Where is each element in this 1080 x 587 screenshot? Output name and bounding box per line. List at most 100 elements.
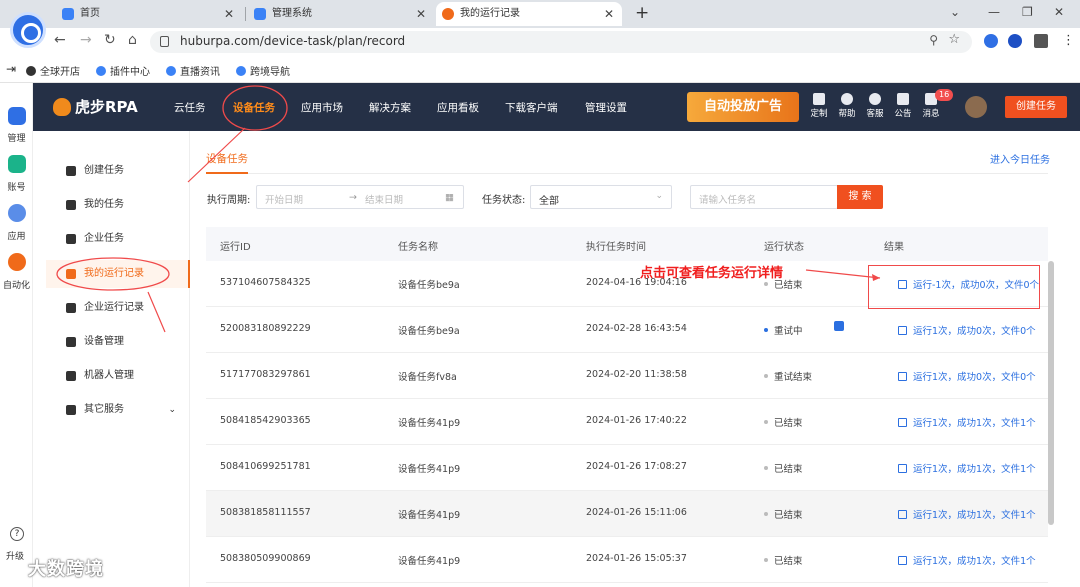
status-dot-icon xyxy=(764,512,768,516)
tab-admin[interactable]: 管理系统 ✕ xyxy=(248,2,434,26)
tiger-logo-icon xyxy=(53,98,71,116)
bookmark-item[interactable]: 全球开店 xyxy=(26,63,80,78)
search-button[interactable]: 搜 索 xyxy=(837,185,883,209)
minimize-icon[interactable]: — xyxy=(988,5,1000,19)
app-icon xyxy=(254,8,266,20)
task-name: 设备任务fv8a xyxy=(398,372,457,383)
today-tasks-link[interactable]: 进入今日任务 xyxy=(990,151,1050,166)
notice-button[interactable]: 公告 xyxy=(893,93,913,119)
browser-logo[interactable] xyxy=(10,12,46,48)
nav-app-board[interactable]: 应用看板 xyxy=(437,100,479,115)
bookmark-item[interactable]: 跨境导航 xyxy=(236,63,290,78)
tab-run-records[interactable]: 我的运行记录 ✕ xyxy=(436,2,622,26)
reload-icon[interactable]: ↻ xyxy=(104,32,116,48)
restore-icon[interactable]: ❐ xyxy=(1022,5,1033,19)
help-icon xyxy=(841,93,853,105)
service-button[interactable]: 客服 xyxy=(865,93,885,119)
run-time: 2024-01-26 15:11:06 xyxy=(586,507,687,518)
run-id: 508418542903365 xyxy=(220,415,311,426)
upgrade-label[interactable]: 升级 xyxy=(6,549,24,562)
divider xyxy=(206,173,1048,174)
table-header: 运行ID 任务名称 执行任务时间 运行状态 结果 xyxy=(206,227,1048,261)
active-tab-underline xyxy=(206,172,248,174)
robot-icon xyxy=(66,371,76,381)
retry-icon[interactable] xyxy=(834,321,844,331)
nav-solutions[interactable]: 解决方案 xyxy=(369,100,411,115)
close-icon[interactable]: ✕ xyxy=(224,2,234,26)
customize-button[interactable]: 定制 xyxy=(809,93,829,119)
scrollbar[interactable] xyxy=(1048,261,1054,525)
sidebar-item-my-tasks[interactable]: 我的任务 xyxy=(46,191,190,219)
table-row: 508410699251781 设备任务41p9 2024-01-26 17:08:… xyxy=(206,445,1048,491)
close-window-icon[interactable]: ✕ xyxy=(1054,5,1064,19)
tiger-icon xyxy=(442,8,454,20)
help-circle-icon[interactable]: ? xyxy=(10,527,24,541)
address-bar[interactable]: huburpa.com/device-task/plan/record ⚲ ☆ xyxy=(150,31,972,53)
close-icon[interactable]: ✕ xyxy=(604,2,614,26)
sidebar-item-robot-management[interactable]: 机器人管理 xyxy=(46,362,190,390)
sidebar-item-enterprise-tasks[interactable]: 企业任务 xyxy=(46,225,190,253)
sidebar-item-my-run-records[interactable]: 我的运行记录 xyxy=(46,260,190,288)
nav-device-task[interactable]: 设备任务 xyxy=(233,100,275,115)
status-select[interactable]: 全部 ⌄ xyxy=(530,185,672,209)
run-status: 重试中 xyxy=(764,323,803,337)
report-icon xyxy=(898,372,907,381)
sidebar-item-enterprise-run-records[interactable]: 企业运行记录 xyxy=(46,294,190,322)
automation-icon[interactable] xyxy=(8,253,26,271)
nav-settings[interactable]: 管理设置 xyxy=(585,100,627,115)
extension-icon[interactable] xyxy=(984,34,998,48)
app-icon[interactable] xyxy=(8,204,26,222)
forward-icon[interactable]: → xyxy=(80,32,92,48)
task-name: 设备任务41p9 xyxy=(398,510,461,521)
left-rail: 管理 账号 应用 自动化 xyxy=(0,83,33,587)
home-icon[interactable]: ⌂ xyxy=(128,32,137,48)
result-link[interactable]: 运行1次，成功0次，文件0个 xyxy=(898,369,1036,383)
plus-icon xyxy=(66,166,76,176)
bookmark-item[interactable]: 插件中心 xyxy=(96,63,150,78)
create-task-button[interactable]: 创建任务 xyxy=(1005,96,1067,118)
page-title[interactable]: 设备任务 xyxy=(206,151,248,166)
ad-banner[interactable]: 自动投放广告 xyxy=(687,92,799,122)
account-icon[interactable] xyxy=(8,155,26,173)
result-link[interactable]: 运行1次，成功1次，文件1个 xyxy=(898,415,1036,429)
back-icon[interactable]: ← xyxy=(54,32,66,48)
bookmark-item[interactable]: 直播资讯 xyxy=(166,63,220,78)
close-icon[interactable]: ✕ xyxy=(416,2,426,26)
report-icon xyxy=(898,556,907,565)
star-icon[interactable]: ☆ xyxy=(948,32,960,47)
run-status: 已结束 xyxy=(764,507,803,521)
puzzle-icon[interactable] xyxy=(1034,34,1048,48)
sidebar-item-device-management[interactable]: 设备管理 xyxy=(46,328,190,356)
status-dot-icon xyxy=(764,328,768,332)
new-tab-button[interactable]: + xyxy=(635,3,649,23)
nav-cloud-task[interactable]: 云任务 xyxy=(174,100,206,115)
watermark: 大数跨境 xyxy=(28,559,104,580)
result-link[interactable]: 运行1次，成功1次，文件1个 xyxy=(898,507,1036,521)
top-nav: 虎步RPA 云任务 设备任务 应用市场 解决方案 应用看板 下载客户端 管理设置… xyxy=(33,83,1080,131)
zoom-icon[interactable]: ⚲ xyxy=(929,33,938,47)
status-dot-icon xyxy=(764,466,768,470)
task-name-input[interactable]: 请输入任务名 xyxy=(690,185,838,209)
result-link[interactable]: 运行1次，成功0次，文件0个 xyxy=(898,323,1036,337)
app-logo[interactable]: 虎步RPA xyxy=(53,96,138,117)
device-icon xyxy=(66,337,76,347)
run-time: 2024-02-28 16:43:54 xyxy=(586,323,687,334)
tab-home[interactable]: 首页 ✕ xyxy=(56,2,242,26)
sidebar-item-other-services[interactable]: 其它服务 ⌄ xyxy=(46,396,190,424)
menu-dots-icon[interactable]: ⋮ xyxy=(1062,33,1075,48)
help-button[interactable]: 帮助 xyxy=(837,93,857,119)
result-link[interactable]: 运行1次，成功1次，文件1个 xyxy=(898,553,1036,567)
avatar[interactable] xyxy=(965,96,987,118)
result-link[interactable]: 运行1次，成功1次，文件1个 xyxy=(898,461,1036,475)
grid-icon xyxy=(66,405,76,415)
nav-download-client[interactable]: 下载客户端 xyxy=(505,100,558,115)
sidebar-toggle-icon[interactable]: ⇥ xyxy=(6,62,16,76)
nav-app-market[interactable]: 应用市场 xyxy=(301,100,343,115)
extension-icon[interactable] xyxy=(1008,34,1022,48)
chevron-down-icon[interactable]: ⌄ xyxy=(950,5,960,19)
status-dot-icon xyxy=(764,558,768,562)
sidebar-item-create-task[interactable]: 创建任务 xyxy=(46,157,190,185)
date-range-picker[interactable]: 开始日期 → 结束日期 ▦ xyxy=(256,185,464,209)
manage-icon[interactable] xyxy=(8,107,26,125)
annotation-box xyxy=(868,265,1040,309)
